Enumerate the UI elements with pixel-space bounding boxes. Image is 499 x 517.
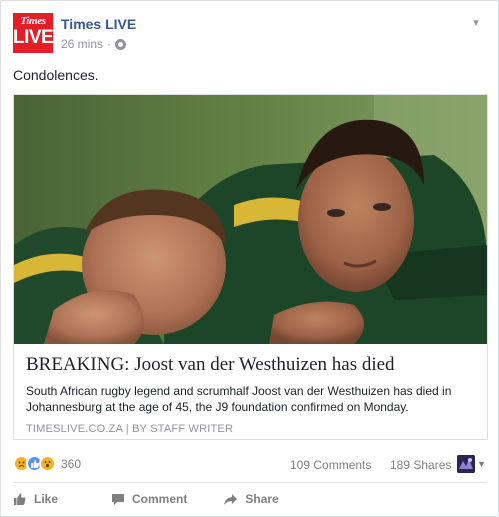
globe-icon: [115, 38, 127, 50]
share-arrow-icon: [224, 493, 238, 505]
link-preview-image[interactable]: [14, 95, 487, 344]
chevron-down-icon[interactable]: ▾: [468, 15, 484, 31]
shares-count[interactable]: 189 Shares: [390, 458, 451, 472]
link-source-separator: |: [125, 423, 129, 435]
link-source-line: TIMESLIVE.CO.ZA | BY STAFF WRITER: [26, 423, 475, 435]
post-timestamp[interactable]: 26 mins: [61, 37, 103, 51]
reaction-count[interactable]: 360: [61, 457, 81, 471]
action-divider: [13, 482, 486, 483]
meta-separator: ·: [107, 37, 112, 51]
reactions-summary[interactable]: 360: [13, 455, 81, 472]
speech-bubble-icon: [112, 493, 125, 505]
thumbs-up-icon: [14, 493, 26, 505]
comments-count[interactable]: 109 Comments: [290, 458, 371, 472]
times-live-logo[interactable]: Times LIVE: [13, 13, 53, 53]
post-status-text: Condolences.: [13, 67, 99, 83]
post-meta: 26 mins ·: [61, 37, 127, 51]
logo-line-live: LIVE: [13, 27, 53, 48]
like-button-label: Like: [34, 492, 59, 506]
avatar: [457, 455, 476, 473]
share-button[interactable]: Share: [223, 488, 279, 510]
link-title[interactable]: BREAKING: Joost van der Westhuizen has d…: [26, 354, 475, 376]
logo-line-times: Times: [20, 15, 46, 27]
link-source-domain: TIMESLIVE.CO.ZA: [26, 423, 123, 435]
share-button-label: Share: [245, 492, 279, 506]
link-author: BY STAFF WRITER: [132, 423, 234, 435]
link-preview-body[interactable]: BREAKING: Joost van der Westhuizen has d…: [14, 344, 487, 439]
like-button[interactable]: Like: [13, 488, 58, 510]
post-header: Times LIVE Times LIVE 26 mins · ▾: [13, 13, 486, 55]
facebook-post-card: Times LIVE Times LIVE 26 mins · ▾ Condol…: [0, 0, 499, 517]
post-actions: Like Comment Share: [13, 488, 486, 510]
comment-button[interactable]: Comment: [111, 488, 187, 510]
post-as-selector[interactable]: ▼: [457, 455, 486, 473]
wow-reaction-icon: [39, 455, 56, 472]
link-preview-card[interactable]: BREAKING: Joost van der Westhuizen has d…: [13, 94, 488, 440]
page-name-link[interactable]: Times LIVE: [61, 16, 136, 32]
link-description: South African rugby legend and scrumhalf…: [26, 384, 452, 414]
chevron-down-icon: ▼: [477, 459, 486, 469]
comment-button-label: Comment: [132, 492, 188, 506]
post-stats: 360 109 Comments 189 Shares ▼: [13, 453, 486, 477]
